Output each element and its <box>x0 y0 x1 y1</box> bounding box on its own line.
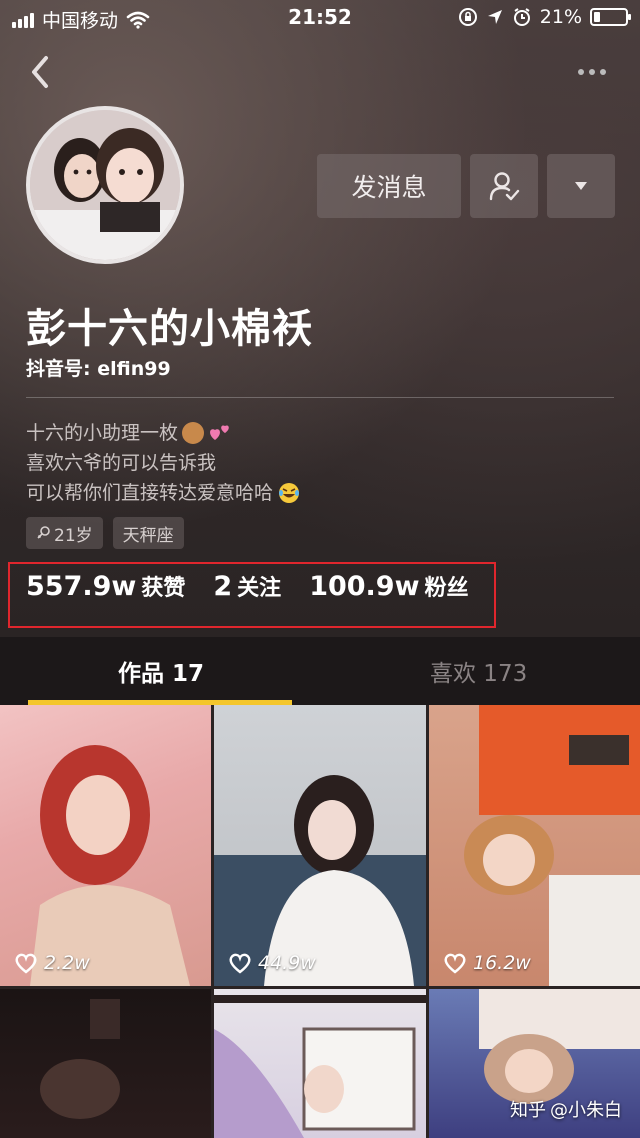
rotation-lock-icon <box>458 8 477 26</box>
bio-line: 十六的小助理一枚 <box>26 418 301 448</box>
back-button[interactable] <box>24 52 56 92</box>
video-thumbnail[interactable] <box>214 989 426 1138</box>
watermark: 知乎 @小朱白 <box>510 1096 622 1122</box>
status-bar: 中国移动 21:52 21% <box>0 0 640 36</box>
video-thumbnail[interactable]: 44.9w <box>214 705 426 986</box>
follow-status-button[interactable] <box>470 154 538 218</box>
following-count: 2 <box>213 571 233 602</box>
laughing-tears-icon <box>279 483 300 503</box>
battery-icon <box>590 8 631 26</box>
following-stat[interactable]: 2 关注 <box>213 570 281 602</box>
zodiac-tag: 天秤座 <box>112 517 184 549</box>
video-thumbnail-image <box>30 745 190 986</box>
tab-likes[interactable]: 喜欢 173 <box>430 637 527 705</box>
profile-bio: 十六的小助理一枚 喜欢六爷的可以告诉我 可以帮你们直接转达爱意哈哈 <box>26 418 301 508</box>
avatar[interactable] <box>26 106 184 264</box>
watermark-author: @小朱白 <box>550 1100 622 1121</box>
video-thumbnail[interactable] <box>0 989 211 1138</box>
battery-fill <box>594 12 600 22</box>
followers-label: 粉丝 <box>424 576 469 601</box>
bio-line-text: 十六的小助理一枚 <box>26 422 179 444</box>
user-check-icon <box>489 172 520 201</box>
video-likes: 16.2w <box>443 952 531 974</box>
heart-outline-icon <box>229 953 251 974</box>
age-tag-label: 21岁 <box>54 525 93 546</box>
heart-outline-icon <box>444 953 466 974</box>
chevron-left-icon <box>32 56 48 88</box>
bio-line-text: 可以帮你们直接转达爱意哈哈 <box>26 482 274 504</box>
send-message-button[interactable]: 发消息 <box>317 154 461 218</box>
bio-line: 可以帮你们直接转达爱意哈哈 <box>26 478 301 508</box>
dot-icon <box>589 69 595 75</box>
video-thumbnail-image <box>214 995 426 1138</box>
profile-tags: 21岁 天秤座 <box>26 517 184 549</box>
video-likes-count: 2.2w <box>44 952 90 974</box>
female-icon <box>37 526 50 539</box>
followers-stat[interactable]: 100.9w 粉丝 <box>309 570 468 602</box>
following-label: 关注 <box>237 576 282 601</box>
age-tag: 21岁 <box>26 517 103 549</box>
see-no-evil-monkey-icon <box>182 422 205 444</box>
video-likes-count: 44.9w <box>258 952 316 974</box>
video-thumbnail[interactable]: 2.2w <box>0 705 211 986</box>
watermark-site: 知乎 <box>510 1100 546 1121</box>
dot-icon <box>600 69 606 75</box>
divider <box>26 397 614 398</box>
video-thumbnail-image <box>214 775 426 986</box>
profile-stats: 557.9w 获赞 2 关注 100.9w 粉丝 <box>26 570 497 602</box>
heart-outline-icon <box>15 953 37 974</box>
video-grid: 2.2w 44.9w 16.2w <box>0 705 640 1138</box>
likes-label: 获赞 <box>141 576 186 601</box>
followers-count: 100.9w <box>309 571 420 602</box>
more-options-button[interactable] <box>572 60 612 84</box>
video-likes-count: 16.2w <box>473 952 531 974</box>
video-likes: 2.2w <box>14 952 90 974</box>
tab-works[interactable]: 作品 17 <box>118 637 204 705</box>
video-thumbnail-image <box>40 999 120 1119</box>
two-hearts-icon <box>210 425 229 440</box>
alarm-icon <box>513 8 530 26</box>
dot-icon <box>578 69 584 75</box>
video-thumbnail[interactable]: 16.2w <box>429 705 640 986</box>
zodiac-tag-label: 天秤座 <box>122 525 174 546</box>
likes-stat: 557.9w 获赞 <box>26 570 185 602</box>
bio-line-text: 喜欢六爷的可以告诉我 <box>26 452 217 474</box>
status-right: 21% <box>458 6 631 28</box>
douyin-id: 抖音号: elfin99 <box>26 358 171 380</box>
profile-nickname: 彭十六的小棉袄 <box>26 306 313 352</box>
video-thumbnail-image <box>464 705 640 986</box>
content-tabs: 作品 17 喜欢 173 <box>0 637 640 705</box>
video-likes: 44.9w <box>228 952 316 974</box>
avatar-photo <box>30 110 180 260</box>
location-icon <box>487 10 502 24</box>
caret-down-icon <box>575 182 587 190</box>
recommend-dropdown-button[interactable] <box>547 154 615 218</box>
likes-count: 557.9w <box>26 571 137 602</box>
battery-percent: 21% <box>539 6 582 28</box>
bio-line: 喜欢六爷的可以告诉我 <box>26 448 301 478</box>
